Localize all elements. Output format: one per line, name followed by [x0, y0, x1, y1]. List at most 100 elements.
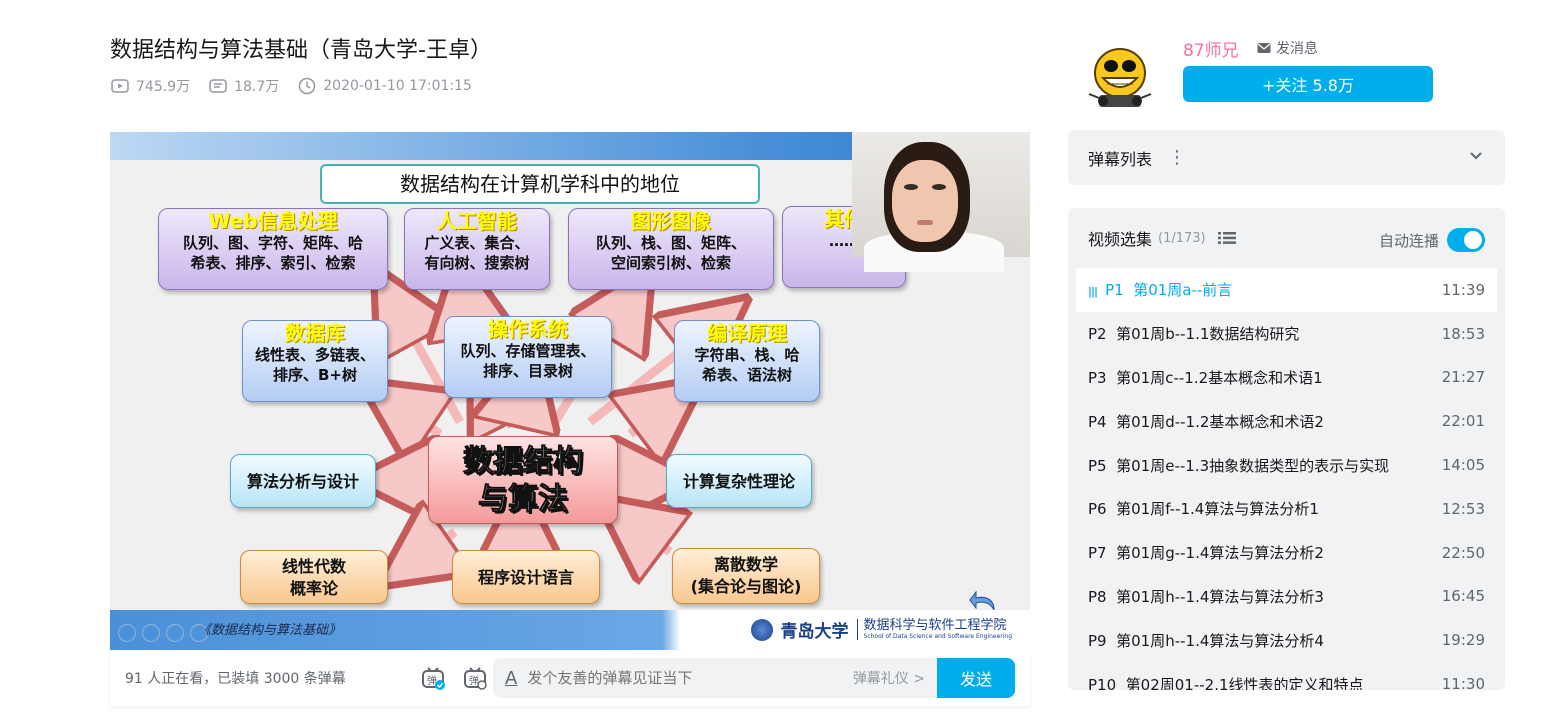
episode-label: P5 第01周e--1.3抽象数据类型的表示与实现 [1088, 456, 1390, 475]
episode-title: P2 第01周b--1.1数据结构研究 [1088, 323, 1299, 344]
episode-panel-header: 视频选集 (1/173) 自动连播 [1068, 208, 1505, 268]
webcam-eye-left [904, 184, 918, 190]
episode-item[interactable]: P6 第01周f--1.4算法与算法分析1 12:53 [1068, 487, 1505, 531]
box-complexity-label: 计算复杂性理论 [682, 472, 795, 491]
box-database: 数据库 线性表、多链表、 排序、B+树 [242, 320, 388, 402]
episode-item[interactable]: P5 第01周e--1.3抽象数据类型的表示与实现 14:05 [1068, 443, 1505, 487]
video-stats: 745.9万 18.7万 2020-01-10 17:01:15 [110, 76, 472, 96]
box-database-line2: 排序、B+树 [272, 366, 357, 384]
episode-label: P6 第01周f--1.4算法与算法分析1 [1088, 500, 1319, 519]
box-compiler-line2: 希表、语法树 [701, 366, 792, 384]
episode-title: ||| P1 第01周a--前言 [1088, 279, 1232, 300]
uploader-name[interactable]: 87师兄 [1183, 36, 1239, 61]
episode-item[interactable]: P2 第01周b--1.1数据结构研究 18:53 [1068, 312, 1505, 356]
slide-caption: 《数据结构与算法基础》 [198, 623, 342, 638]
box-discrete-line1: 离散数学 [713, 555, 778, 574]
publish-time-stat: 2020-01-10 17:01:15 [297, 76, 472, 96]
box-compiler-head: 编译原理 [707, 321, 787, 345]
school-subtitle-cn: 数据科学与软件工程学院 [863, 617, 1007, 633]
episode-list: ||| P1 第01周a--前言 11:39 P2 第01周b--1.1数据结构研究 1… [1068, 268, 1505, 690]
box-programming-label: 程序设计语言 [477, 568, 574, 587]
chevron-down-icon[interactable] [1469, 148, 1483, 162]
danmaku-style-icon[interactable]: A [505, 668, 517, 689]
box-web-line2: 希表、排序、索引、检索 [190, 254, 356, 272]
box-os-line2: 排序、目录树 [482, 362, 573, 380]
school-name: 青岛大学 [780, 622, 849, 642]
slide-pen-icon [166, 624, 184, 642]
box-center-line2: 与算法 [478, 482, 569, 518]
video-player[interactable]: 数据结构在计算机学科中的地位 Web信息处理 队列、图、字符、矩阵、哈 希表、排… [110, 132, 1030, 650]
episode-item[interactable]: P8 第01周h--1.4算法与算法分析3 16:45 [1068, 575, 1505, 619]
box-graphics: 图形图像 队列、栈、图、矩阵、 空间索引树、检索 [568, 208, 774, 290]
episode-item[interactable]: P7 第01周g--1.4算法与算法分析2 22:50 [1068, 531, 1505, 575]
danmaku-bar: 91 人正在看，已装填 3000 条弹幕 弹 弹 A 弹幕礼仪 > 发送 [110, 650, 1030, 706]
list-view-icon[interactable] [1217, 231, 1236, 245]
school-logo: 青岛大学 数据科学与软件工程学院 School of Data Science … [750, 617, 1012, 642]
episode-title: P8 第01周h--1.4算法与算法分析3 [1088, 586, 1324, 607]
episode-duration: 11:30 [1441, 675, 1485, 690]
episode-title: P3 第01周c--1.2基本概念和术语1 [1088, 367, 1323, 388]
box-ai-head: 人工智能 [437, 209, 517, 233]
episode-label: P9 第01周h--1.4算法与算法分析4 [1088, 631, 1324, 650]
episode-duration: 11:39 [1441, 280, 1485, 299]
webcam-mouth [917, 220, 933, 225]
episode-duration: 19:29 [1441, 631, 1485, 650]
episode-item[interactable]: P10 第02周01--2.1线性表的定义和特点 11:30 [1068, 662, 1505, 690]
clock-icon [299, 77, 316, 95]
episode-title: P10 第02周01--2.1线性表的定义和特点 [1088, 674, 1364, 690]
webcam-face [892, 160, 958, 242]
danmaku-etiquette-link[interactable]: 弹幕礼仪 > [853, 668, 925, 688]
episode-label: P2 第01周b--1.1数据结构研究 [1088, 325, 1300, 344]
episode-item[interactable]: P3 第01周c--1.2基本概念和术语1 21:27 [1068, 356, 1505, 400]
box-ai-line1: 广义表、集合、 [424, 234, 530, 252]
episode-item[interactable]: P9 第01周h--1.4算法与算法分析4 19:29 [1068, 618, 1505, 662]
box-discrete-line2: (集合论与图论) [690, 577, 802, 596]
box-graphics-head: 图形图像 [631, 209, 711, 233]
danmaku-input[interactable] [527, 669, 828, 687]
uploader-avatar[interactable] [1085, 40, 1155, 110]
send-danmaku-button[interactable]: 发送 [937, 658, 1015, 698]
box-compiler: 编译原理 字符串、栈、哈 希表、语法树 [674, 320, 820, 402]
box-linear-line2: 概率论 [289, 579, 338, 598]
school-seal-icon [750, 618, 773, 641]
episode-duration: 16:45 [1441, 587, 1485, 606]
autoplay-toggle[interactable] [1447, 228, 1485, 252]
episode-item[interactable]: P4 第01周d--1.2基本概念和术语2 22:01 [1068, 399, 1505, 443]
box-algo-analysis: 算法分析与设计 [230, 454, 376, 508]
episode-title: P5 第01周e--1.3抽象数据类型的表示与实现 [1088, 455, 1389, 476]
episode-duration: 22:01 [1441, 412, 1485, 431]
danmaku-input-wrapper: A 弹幕礼仪 > 发送 [493, 658, 1015, 698]
slide-prev-icon [118, 624, 136, 642]
now-playing-icon: ||| [1088, 285, 1098, 299]
box-discrete: 离散数学 (集合论与图论) [672, 548, 820, 604]
danmaku-list-panel[interactable]: 弹幕列表 ⋮ [1068, 130, 1505, 185]
box-os-head: 操作系统 [488, 317, 568, 341]
box-algo-analysis-label: 算法分析与设计 [246, 472, 359, 491]
video-page: 数据结构与算法基础（青岛大学-王卓） 745.9万 18.7万 2020-01-… [0, 0, 1555, 714]
danmaku-list-title: 弹幕列表 [1088, 149, 1153, 169]
send-message-link[interactable]: 发消息 [1257, 38, 1318, 58]
autoplay-label: 自动连播 [1378, 231, 1439, 250]
more-options-icon[interactable]: ⋮ [1168, 147, 1186, 168]
danmaku-count-icon [209, 79, 227, 93]
box-linear-line1: 线性代数 [281, 557, 346, 576]
slide-control-icons [118, 624, 208, 642]
danmaku-settings-button[interactable]: 弹 [461, 664, 489, 692]
box-center: 数据结构 与算法 [428, 436, 618, 524]
play-count-icon [111, 79, 129, 93]
episode-item[interactable]: ||| P1 第01周a--前言 11:39 [1076, 268, 1497, 312]
episode-panel: 视频选集 (1/173) 自动连播 ||| P1 第01周a--前言 11:39 P2… [1068, 208, 1505, 690]
box-database-line1: 线性表、多链表、 [254, 346, 375, 364]
box-web: Web信息处理 队列、图、字符、矩阵、哈 希表、排序、索引、检索 [158, 208, 388, 290]
episode-title: P9 第01周h--1.4算法与算法分析4 [1088, 630, 1324, 651]
views-count: 745.9万 [136, 79, 191, 95]
box-ai: 人工智能 广义表、集合、 有向树、搜索树 [404, 208, 550, 290]
episode-title: P6 第01周f--1.4算法与算法分析1 [1088, 498, 1319, 519]
episode-duration: 12:53 [1441, 499, 1485, 518]
episode-title: P4 第01周d--1.2基本概念和术语2 [1088, 411, 1324, 432]
episode-label: P8 第01周h--1.4算法与算法分析3 [1088, 587, 1324, 606]
follow-button[interactable]: +关注 5.8万 [1183, 66, 1433, 102]
danmaku-toggle-button[interactable]: 弹 [419, 664, 447, 692]
box-web-line1: 队列、图、字符、矩阵、哈 [182, 234, 363, 252]
box-complexity: 计算复杂性理论 [666, 454, 812, 508]
